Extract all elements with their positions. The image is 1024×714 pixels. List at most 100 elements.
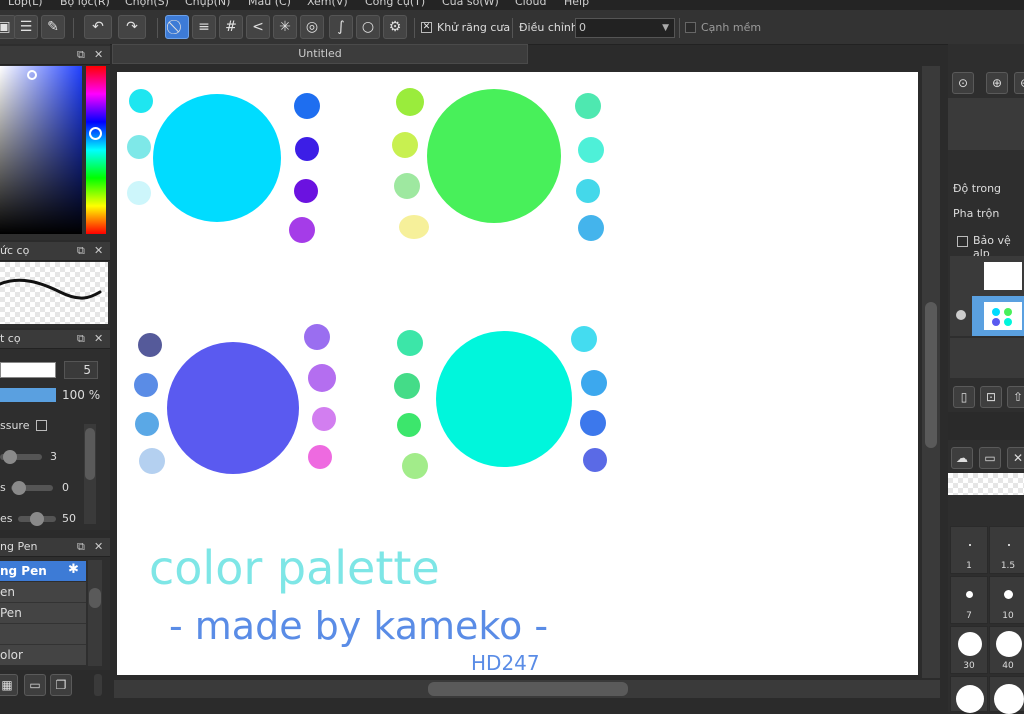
popout-icon[interactable]: ⧉ [77,538,85,556]
slider-3-handle[interactable] [30,512,44,526]
art-title: color palette [149,541,440,595]
scrollbar-thumb[interactable] [925,302,937,448]
menu-select[interactable]: Chọn(S) [125,0,169,8]
layer-thumbnail [984,302,1022,330]
popout-icon[interactable]: ⧉ [77,330,85,348]
brush-size-label: 1 [966,561,972,571]
brush-settings-panel: t cọ ⧉ ✕ 5 100 % ssure 3 s 0 es 50 [0,330,110,530]
new-brush-icon[interactable]: ▦ [0,674,18,696]
slider-1-handle[interactable] [3,450,17,464]
cloud-upload-icon[interactable]: ☁ [951,447,973,469]
brush-list-item[interactable]: Pen [0,603,86,624]
concentric-snap-icon[interactable]: ◎ [300,15,324,39]
layer-visibility-icon[interactable] [956,310,966,320]
brush-size-cell[interactable]: 40 [989,626,1024,674]
zoom-out-icon[interactable]: ⊖ [1014,72,1024,94]
color-picker-handle[interactable] [27,70,37,80]
scrollbar-thumb[interactable] [89,588,101,608]
new-layer-icon[interactable]: ▯ [953,386,975,408]
layer-action-icon[interactable]: ⇧ [1007,386,1024,408]
brush-size-field[interactable]: 5 [64,361,98,379]
layer-row[interactable] [950,256,1024,296]
radial-snap-icon[interactable]: ✳ [273,15,297,39]
adjust-select[interactable]: 0 ▼ [575,18,675,38]
menu-tools[interactable]: Công cụ(T) [365,0,425,8]
brush-size-cell[interactable] [989,676,1024,714]
slider-3-value: 50 [62,512,76,525]
menu-cloud[interactable]: Cloud [515,0,546,8]
edit-panel-icon[interactable]: ✎ [41,15,65,39]
brush-size-cell[interactable]: 7 [950,576,988,624]
hue-slider[interactable] [86,66,106,234]
swatch [394,373,420,399]
brush-list-item[interactable] [0,624,86,645]
saturation-value-picker[interactable] [0,66,82,234]
brush-list-item[interactable]: olor [0,645,86,665]
soft-edge-checkbox[interactable] [685,22,696,33]
menu-help[interactable]: Help [564,0,589,8]
snap-off-icon[interactable]: ⃠ [165,15,189,39]
brush-list-item[interactable]: en [0,582,86,603]
brush-size-dot [1004,590,1013,599]
swatch-big-2 [427,89,561,223]
menu-capture[interactable]: Chụp(N) [185,0,230,8]
undo-icon[interactable]: ↶ [84,15,112,39]
drawing-canvas[interactable]: color palette - made by kameko - HD247 [117,72,918,675]
scrollbar-thumb[interactable] [428,682,628,696]
popout-icon[interactable]: ⧉ [77,242,85,260]
brush-size-cell[interactable] [950,676,988,713]
popout-icon[interactable]: ⧉ [77,46,85,64]
close-icon[interactable]: ✕ [1007,447,1024,469]
brush-size-label: 30 [963,661,975,671]
grid-snap-icon[interactable]: # [219,15,243,39]
gear-icon[interactable]: ✱ [68,562,79,577]
slider-2-value: 0 [62,481,69,494]
brush-size-cell[interactable]: 30 [950,626,988,674]
close-icon[interactable]: ✕ [94,242,103,260]
close-icon[interactable]: ✕ [94,46,103,64]
opacity-label: Độ trong [953,182,1002,195]
curve-snap-icon[interactable]: ∫ [329,15,353,39]
scrollbar-thumb[interactable] [85,428,95,480]
hue-handle[interactable] [89,127,102,140]
opacity-bar[interactable] [0,388,56,402]
layers-panel-icon[interactable]: ☰ [14,15,38,39]
folder-open-icon[interactable]: ▭ [979,447,1001,469]
document-tab[interactable]: Untitled [112,44,528,64]
canvas-horizontal-scrollbar[interactable] [114,680,940,698]
menu-layer[interactable]: Lớp(L) [8,0,43,8]
duplicate-icon[interactable]: ❐ [50,674,72,696]
folder-icon[interactable]: ▭ [24,674,46,696]
brush-size-cell[interactable]: 10 [989,576,1024,624]
slider-2-handle[interactable] [12,481,26,495]
menu-view[interactable]: Xem(V) [307,0,348,8]
brush-list-scrollbar[interactable] [88,560,102,666]
parallel-snap-icon[interactable]: ≡ [192,15,216,39]
perspective-snap-icon[interactable]: < [246,15,270,39]
menu-window[interactable]: Cửa sổ(W) [442,0,499,8]
close-icon[interactable]: ✕ [94,538,103,556]
swatch [308,364,336,392]
redo-icon[interactable]: ↷ [118,15,146,39]
menu-filter[interactable]: Bộ lọc(R) [60,0,110,8]
brush-settings-scrollbar[interactable] [84,424,96,524]
swatch [578,215,604,241]
protect-alpha-checkbox[interactable] [957,236,968,247]
snap-settings-icon[interactable]: ⚙ [383,15,407,39]
brush-control-panel: ức cọ ⧉ ✕ [0,242,110,328]
canvas-vertical-scrollbar[interactable] [922,66,940,678]
pressure-checkbox[interactable] [36,420,47,431]
close-icon[interactable]: ✕ [94,330,103,348]
brush-color-swatch[interactable] [0,362,56,378]
antialias-checkbox[interactable]: ✕ [421,22,432,33]
swatch [583,448,607,472]
menu-color[interactable]: Màu (C) [248,0,291,8]
lock-layer-icon[interactable]: ⊡ [980,386,1002,408]
zoom-reset-icon[interactable]: ⊙ [952,72,974,94]
brush-size-cell[interactable]: 1.5 [989,526,1024,574]
brush-size-cell[interactable]: 1 [950,526,988,574]
ellipse-snap-icon[interactable]: ○ [356,15,380,39]
panel-grip[interactable] [94,674,102,696]
layer-row[interactable] [950,296,1024,336]
zoom-in-icon[interactable]: ⊕ [986,72,1008,94]
